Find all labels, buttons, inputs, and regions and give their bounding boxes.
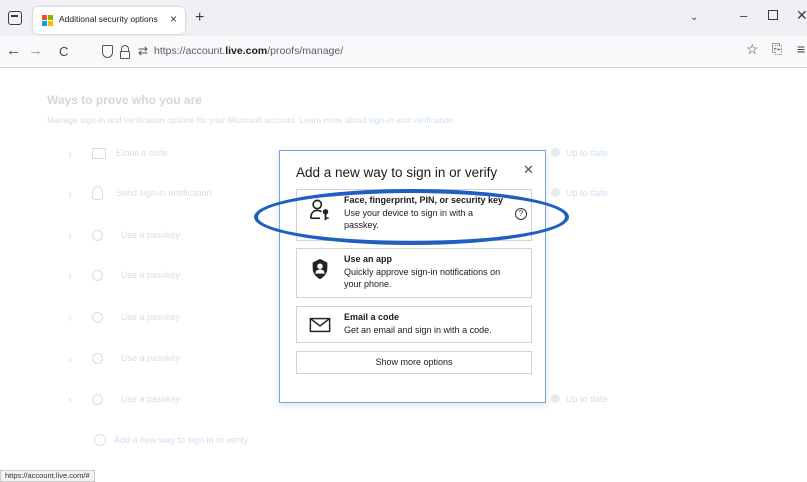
passkey-icon: [92, 230, 103, 241]
chevron-right-icon: ›: [68, 352, 72, 366]
authenticator-app-icon: [312, 258, 328, 280]
tab-bar: Additional security options × + ⌄ – ✕: [0, 0, 807, 36]
row-label: Use a passkey: [121, 312, 181, 322]
chevron-right-icon: ›: [68, 393, 72, 407]
row-label: Email a code: [116, 148, 169, 158]
add-method-link[interactable]: Add a new way to sign in or verify: [94, 434, 248, 446]
chevron-right-icon: ›: [68, 269, 72, 283]
list-tabs-icon[interactable]: ⌄: [690, 12, 698, 23]
url-domain: live.com: [225, 45, 268, 57]
row-label: Use a passkey: [121, 230, 181, 240]
tab-close-icon[interactable]: ×: [170, 12, 177, 26]
dialog-title: Add a new way to sign in or verify: [296, 165, 498, 180]
extensions-icon[interactable]: ⎘: [772, 41, 782, 57]
option-email-code[interactable]: Email a code Get an email and sign in wi…: [296, 306, 532, 343]
option-authenticator-app[interactable]: Use an app Quickly approve sign-in notif…: [296, 248, 532, 298]
url-prefix: https://account.: [154, 45, 226, 57]
row-status: Up to date: [551, 148, 608, 158]
mail-icon: [309, 317, 331, 333]
permissions-icon[interactable]: ⇄: [138, 44, 148, 58]
microsoft-logo-icon: [42, 15, 53, 26]
row-status: Up to date: [551, 188, 608, 198]
passkey-icon: [92, 270, 103, 281]
url-path: /proofs/manage/: [267, 45, 344, 57]
dialog-close-icon[interactable]: ✕: [523, 162, 534, 178]
row-label: Use a passkey: [121, 353, 181, 363]
chevron-right-icon: ›: [68, 147, 72, 161]
page-heading: Ways to prove who you are: [47, 93, 202, 107]
subheading-text: Manage sign-in and verification options …: [47, 115, 297, 125]
highlight-ellipse: [254, 189, 569, 245]
option-title: Email a code: [344, 312, 400, 322]
row-label: Use a passkey: [121, 394, 181, 404]
tab-title: Additional security options: [59, 14, 158, 24]
address-bar[interactable]: ⇄ https://account.live.com/proofs/manage…: [98, 40, 738, 64]
option-description: Quickly approve sign-in notifications on…: [344, 267, 501, 289]
option-description: Get an email and sign in with a code.: [344, 325, 492, 335]
passkey-icon: [92, 312, 103, 323]
option-title: Use an app: [344, 254, 393, 264]
status-bar-url: https://account.live.com/#: [0, 470, 95, 482]
tab-overview-icon[interactable]: [8, 11, 22, 25]
tracking-shield-icon[interactable]: [102, 45, 113, 58]
passkey-icon: [92, 353, 103, 364]
navigation-bar: ← → C ⇄ https://account.live.com/proofs/…: [0, 36, 807, 68]
page-subheading: Manage sign-in and verification options …: [47, 115, 456, 125]
maximize-button[interactable]: [768, 10, 778, 20]
add-method-dialog: Add a new way to sign in or verify ✕ Fac…: [279, 150, 546, 403]
plus-circle-icon: [94, 434, 106, 446]
chevron-right-icon: ›: [68, 311, 72, 325]
lock-icon[interactable]: [120, 45, 130, 59]
row-status: Up to date: [551, 394, 608, 404]
chevron-right-icon: ›: [68, 229, 72, 243]
learn-more-link[interactable]: Learn more about sign-in and verificatio…: [299, 115, 455, 125]
lock-icon: [92, 186, 103, 200]
reload-button[interactable]: C: [59, 44, 68, 59]
tab-active[interactable]: Additional security options ×: [33, 7, 185, 34]
window-close-button[interactable]: ✕: [796, 7, 807, 24]
new-tab-button[interactable]: +: [195, 9, 204, 27]
chevron-right-icon: ›: [68, 187, 72, 201]
show-more-options-button[interactable]: Show more options: [296, 351, 532, 374]
minimize-button[interactable]: –: [740, 8, 747, 23]
passkey-icon: [92, 394, 103, 405]
row-label: Send sign-in notification: [116, 188, 212, 198]
menu-icon[interactable]: ≡: [797, 41, 805, 57]
url-text[interactable]: https://account.live.com/proofs/manage/: [154, 45, 343, 57]
row-label: Use a passkey: [121, 270, 181, 280]
back-button[interactable]: ←: [6, 42, 21, 59]
forward-button[interactable]: →: [28, 42, 43, 59]
mail-icon: [92, 148, 106, 159]
bookmark-star-icon[interactable]: ☆: [746, 41, 759, 58]
